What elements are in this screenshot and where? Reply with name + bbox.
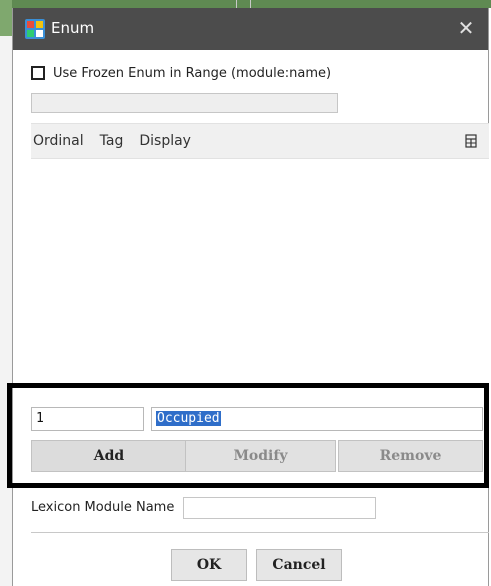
footer-divider xyxy=(31,532,489,533)
tag-input-selected-text: Occupied xyxy=(156,411,221,426)
enum-app-icon xyxy=(25,19,45,39)
background-app-strip xyxy=(0,0,491,8)
modify-button[interactable]: Modify xyxy=(185,440,336,472)
title-bar[interactable]: Enum ✕ xyxy=(13,8,488,50)
ok-button[interactable]: OK xyxy=(171,549,247,581)
column-chooser-icon[interactable] xyxy=(465,134,477,148)
frozen-enum-label: Use Frozen Enum in Range (module:name) xyxy=(53,65,332,81)
frozen-enum-checkbox[interactable] xyxy=(31,66,45,80)
background-app-left xyxy=(0,0,12,586)
frozen-enum-range-field xyxy=(31,93,338,113)
enum-table-body[interactable] xyxy=(31,159,489,387)
cancel-button[interactable]: Cancel xyxy=(256,549,342,581)
add-button[interactable]: Add xyxy=(31,440,187,472)
frozen-enum-row[interactable]: Use Frozen Enum in Range (module:name) xyxy=(31,63,331,83)
close-icon[interactable]: ✕ xyxy=(454,16,478,40)
enum-table-header: Ordinal Tag Display xyxy=(31,123,489,159)
remove-button[interactable]: Remove xyxy=(338,440,483,472)
lexicon-label: Lexicon Module Name xyxy=(31,500,175,515)
background-app-corner xyxy=(0,0,12,36)
column-header-ordinal[interactable]: Ordinal xyxy=(33,133,84,149)
column-header-tag[interactable]: Tag xyxy=(100,133,124,149)
highlight-frame xyxy=(7,383,489,488)
tag-input[interactable]: Occupied xyxy=(151,407,483,431)
lexicon-module-input[interactable] xyxy=(183,497,376,519)
dialog-title: Enum xyxy=(51,19,95,37)
ordinal-input[interactable]: 1 xyxy=(31,407,144,431)
column-header-display[interactable]: Display xyxy=(139,133,191,149)
enum-dialog: Enum ✕ Use Frozen Enum in Range (module:… xyxy=(7,8,489,586)
